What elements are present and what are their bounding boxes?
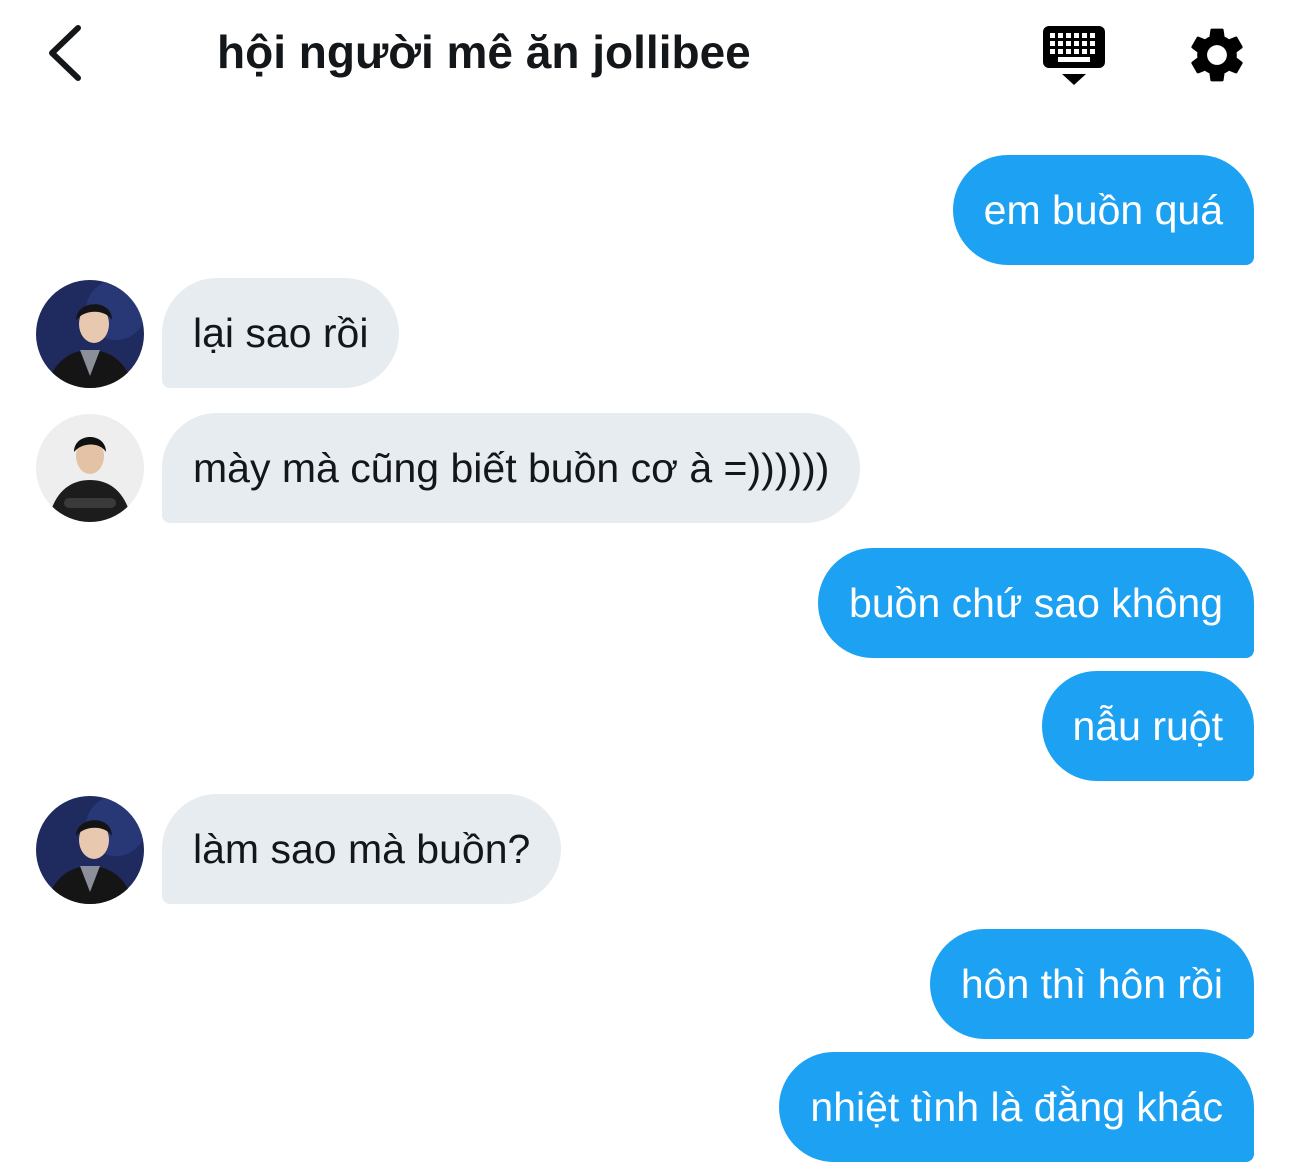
message-text: mày mà cũng biết buồn cơ à =)))))) [193, 444, 830, 491]
avatar[interactable] [36, 414, 144, 522]
message-text: buồn chứ sao không [849, 579, 1223, 626]
message-text: nhiệt tình là đằng khác [810, 1083, 1223, 1130]
settings-button[interactable] [1184, 22, 1250, 88]
message-bubble-incoming[interactable]: làm sao mà buồn? [162, 794, 562, 904]
message-text: em buồn quá [983, 186, 1223, 233]
back-button[interactable] [40, 20, 96, 86]
conversation-title: hội người mê ăn jollibee [217, 26, 751, 78]
avatar[interactable] [36, 796, 144, 904]
message-bubble-incoming[interactable]: mày mà cũng biết buồn cơ à =)))))) [162, 413, 861, 523]
message-bubble-outgoing[interactable]: hôn thì hôn rồi [929, 929, 1254, 1039]
avatar[interactable] [36, 280, 144, 388]
message-bubble-outgoing[interactable]: nhiệt tình là đằng khác [779, 1052, 1254, 1162]
message-text: lại sao rồi [193, 309, 369, 356]
keyboard-toggle-button[interactable] [1040, 24, 1108, 88]
message-bubble-outgoing[interactable]: nẫu ruột [1041, 671, 1254, 781]
message-bubble-outgoing[interactable]: buồn chứ sao không [818, 548, 1254, 658]
chevron-left-icon [49, 25, 81, 81]
message-bubble-incoming[interactable]: lại sao rồi [162, 278, 400, 388]
gear-icon [1191, 28, 1243, 82]
keyboard-icon [1043, 26, 1105, 85]
message-text: hôn thì hôn rồi [960, 960, 1223, 1007]
message-text: làm sao mà buồn? [193, 825, 531, 872]
message-text: nẫu ruột [1072, 702, 1223, 749]
conversation-header: hội người mê ăn jollibee [0, 0, 1290, 110]
message-bubble-outgoing[interactable]: em buồn quá [952, 155, 1254, 265]
